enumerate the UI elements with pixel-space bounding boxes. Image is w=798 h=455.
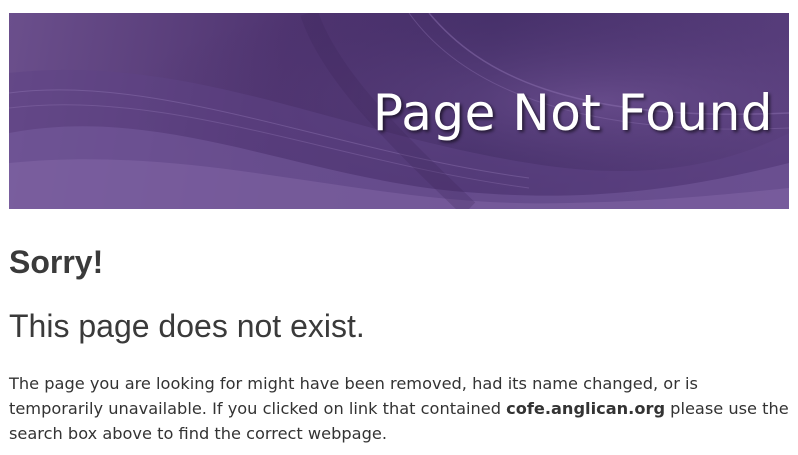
page-title: Page Not Found — [372, 84, 773, 142]
domain-name: cofe.anglican.org — [506, 399, 666, 418]
page-not-exist-subheading: This page does not exist. — [9, 308, 365, 344]
sorry-heading: Sorry! — [9, 244, 104, 280]
header-banner: Page Not Found — [9, 13, 789, 209]
error-message: The page you are looking for might have … — [9, 371, 789, 446]
